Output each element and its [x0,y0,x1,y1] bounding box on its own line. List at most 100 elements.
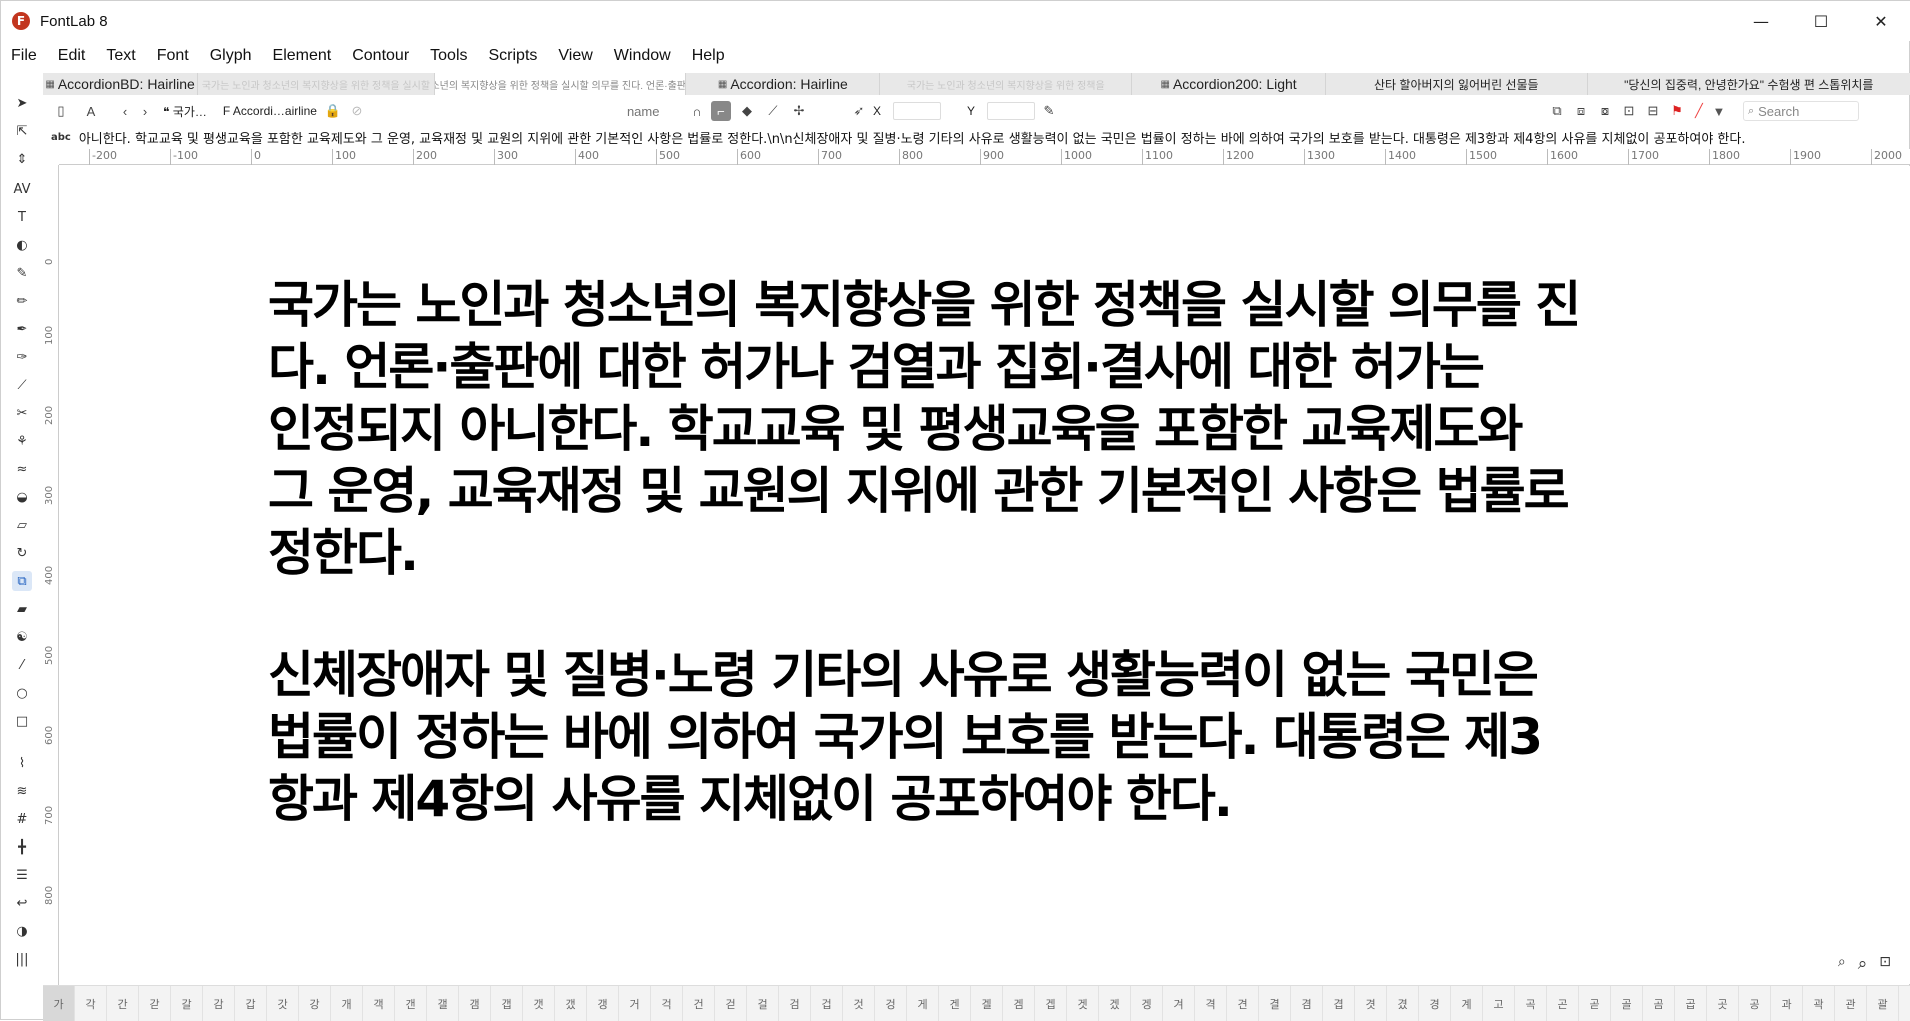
font-tag-button[interactable]: F Accordi…airline [223,104,317,118]
specimen-paragraph-2[interactable]: 신체장애자 및 질병·노령 기타의 사유로 생활능력이 없는 국민은 법률이 정… [268,644,1788,830]
corner-node-icon[interactable]: ⌐ [710,101,731,121]
glyph-cell[interactable]: 겝 [1035,986,1067,1021]
vertical-ruler[interactable]: 0 100 200 300 400 500 600 700 800 [43,165,59,985]
tab-text-faded-1[interactable]: 국가는 노인과 청소년의 복지향상을 위한 정책을 실시할 [198,73,435,95]
pen-tool-icon[interactable]: ✒ [12,319,32,339]
glyph-cell[interactable]: 곳 [1707,986,1739,1021]
tab-text-active[interactable]: 국가는 노인과 청소년의 복지향상을 위한 정책을 실시할 의무를 진다. 언론… [434,73,687,95]
glyph-cell[interactable]: 갬 [459,986,491,1021]
glyph-cell[interactable]: 걱 [651,986,683,1021]
glyph-cell[interactable]: 계 [1451,986,1483,1021]
rectangle-tool-icon[interactable]: □ [12,711,32,731]
eraser-tool-icon[interactable]: ◐ [12,235,32,255]
glyph-cell[interactable]: 갭 [491,986,523,1021]
glyph-cell[interactable]: 겜 [1003,986,1035,1021]
glyph-cell[interactable]: 겔 [971,986,1003,1021]
glyph-cell[interactable]: 건 [683,986,715,1021]
menu-contour[interactable]: Contour [352,47,409,65]
glyph-cell[interactable]: 경 [1419,986,1451,1021]
bars-tool-icon[interactable]: ||| [12,949,32,969]
zoom-icon[interactable]: ⌕ [1858,954,1868,974]
glyph-cell[interactable]: 것 [843,986,875,1021]
metrics-tool-icon[interactable]: ⇕ [12,149,32,169]
pencil-tool-icon[interactable]: ✏ [12,291,32,311]
glyph-cell[interactable]: 곽 [1803,986,1835,1021]
glyph-cell[interactable]: 가 [43,986,75,1021]
tab-text-faded-2[interactable]: 국가는 노인과 청소년의 복지향상을 위한 정책을 [880,73,1133,95]
rotate-tool-icon[interactable]: ↻ [12,543,32,563]
add-node-icon[interactable]: ✢ [789,101,809,121]
eyedropper-tool-icon[interactable]: ⁄ [12,655,32,675]
glyph-cell[interactable]: 갱 [587,986,619,1021]
text-mode-icon[interactable]: A [81,101,101,121]
glyph-cell[interactable]: 겼 [1387,986,1419,1021]
menu-edit[interactable]: Edit [58,47,86,65]
layer-settings-icon[interactable]: ⊡ [1619,101,1639,121]
menu-text[interactable]: Text [106,47,135,65]
search-input[interactable]: ⌕ Search [1742,101,1859,121]
layer-merge-icon[interactable]: ⧇ [1595,101,1615,121]
glyph-cell[interactable]: 곡 [1515,986,1547,1021]
glyph-cell[interactable]: 과 [1771,986,1803,1021]
maximize-button[interactable]: ☐ [1791,1,1851,41]
hook-tool-icon[interactable]: ↩ [12,893,32,913]
minimize-button[interactable]: — [1731,1,1791,41]
glyph-cell[interactable]: 각 [75,986,107,1021]
glyph-cell[interactable]: 갈 [171,986,203,1021]
rapid-tool-icon[interactable]: ✑ [12,347,32,367]
direction-icon[interactable]: ➶ [849,101,869,121]
tab-santa-text[interactable]: 산타 할아버지의 잃어버린 선물들 [1326,73,1588,95]
glyph-cell[interactable]: 갇 [139,986,171,1021]
glyph-cell[interactable]: 겹 [1323,986,1355,1021]
glyph-cell[interactable]: 감 [203,986,235,1021]
x-coordinate-field[interactable] [892,102,941,120]
menu-help[interactable]: Help [692,47,725,65]
kerning-tool-icon[interactable]: AV [12,179,32,199]
scissors-tool-icon[interactable]: ⚘ [12,431,32,451]
glyph-cell[interactable]: 갯 [523,986,555,1021]
chevron-right-icon[interactable]: › [135,101,155,121]
text-string-bar[interactable]: abc 아니한다. 학교교육 및 평생교육을 포함한 교육제도와 그 운영, 교… [43,127,1910,147]
glyph-cell[interactable]: 겨 [1163,986,1195,1021]
guide-tool-icon[interactable]: ╋ [12,837,32,857]
glyph-cell[interactable]: 겻 [1355,986,1387,1021]
blend-tool-icon[interactable]: ≈ [12,459,32,479]
glyph-cell[interactable]: 곤 [1547,986,1579,1021]
glyph-cell[interactable]: 갓 [267,986,299,1021]
glyph-cell[interactable]: 갑 [235,986,267,1021]
zoom-out-icon[interactable]: ⌕ [1838,954,1846,974]
preview-icon[interactable]: ⊟ [1643,101,1663,121]
flag-icon[interactable]: ⚑ [1667,101,1687,121]
contour-select-tool-icon[interactable]: ⇱ [12,121,32,141]
glyph-cell[interactable]: 게 [907,986,939,1021]
glyph-cell[interactable]: 견 [1227,986,1259,1021]
glyph-cell[interactable]: 객 [363,986,395,1021]
menu-window[interactable]: Window [614,47,671,65]
horizontal-ruler[interactable]: -200 -100 0 100 200 300 400 500 600 700 … [59,149,1910,165]
tangent-node-icon[interactable]: ⟋ [763,101,783,121]
tab-accordion200-light[interactable]: ▦ Accordion200: Light [1132,73,1327,95]
y-coordinate-field[interactable] [986,102,1035,120]
layer-copy-icon[interactable]: ⧉ [1547,101,1567,121]
glyph-cell[interactable]: 곧 [1579,986,1611,1021]
pointer-tool-icon[interactable]: ➤ [12,93,32,113]
tab-accordion-hairline[interactable]: ▦ Accordion: Hairline [686,73,881,95]
mark-color-icon[interactable]: ╱ [1689,101,1709,121]
glyph-cell[interactable]: 공 [1739,986,1771,1021]
brush-tool-icon[interactable]: ✎ [12,263,32,283]
glyph-cell[interactable]: 격 [1195,986,1227,1021]
glyph-cell[interactable]: 걸 [747,986,779,1021]
layer-paste-icon[interactable]: ⧈ [1571,101,1591,121]
glyph-cell[interactable]: 괌 [1899,986,1910,1021]
glyph-cell[interactable]: 겸 [1291,986,1323,1021]
sample-tool-icon[interactable]: ☯ [12,627,32,647]
tab-accordionbd-hairline[interactable]: ▦ AccordionBD: Hairline [43,73,199,95]
ruler-tool-icon[interactable]: ▱ [12,515,32,535]
glyph-cell[interactable]: 곰 [1643,986,1675,1021]
ellipse-tool-icon[interactable]: ○ [12,683,32,703]
glyph-cell[interactable]: 겐 [939,986,971,1021]
glyph-cell[interactable]: 강 [299,986,331,1021]
yinyang-tool-icon[interactable]: ◑ [12,921,32,941]
glyph-cell[interactable]: 거 [619,986,651,1021]
chevron-down-icon[interactable]: ▼ [1709,101,1729,121]
